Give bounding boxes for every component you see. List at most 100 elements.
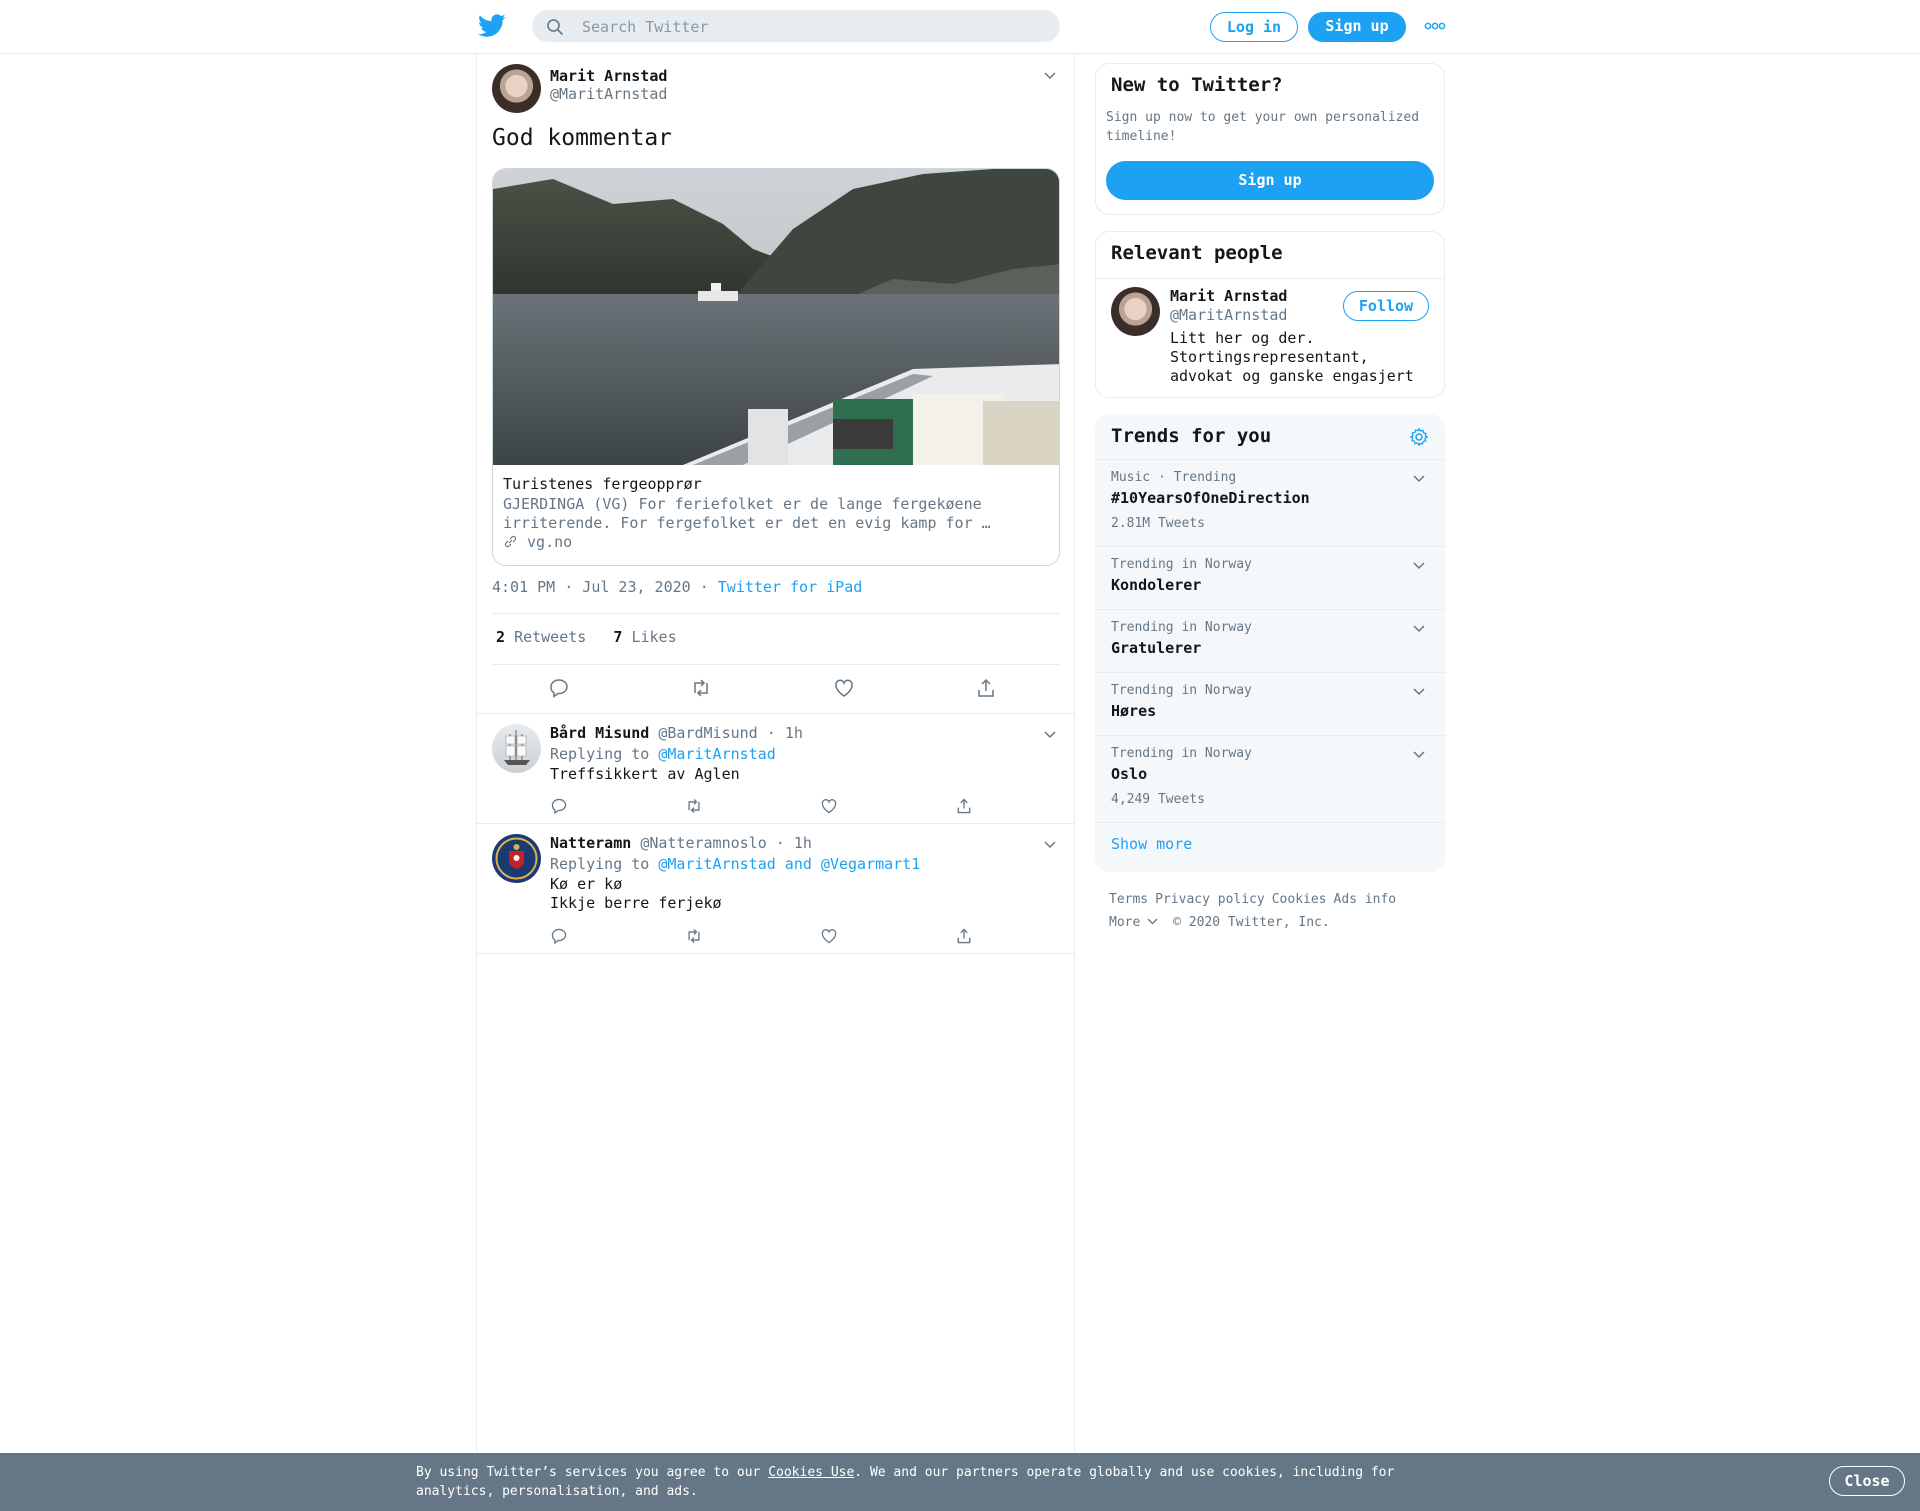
cookie-close-button[interactable]: Close [1829, 1466, 1905, 1496]
tweet-author-name[interactable]: Marit Arnstad [550, 67, 667, 85]
cookie-text: By using Twitter’s services you agree to… [416, 1463, 1426, 1501]
chevron-down-icon[interactable] [1411, 557, 1427, 573]
reply-author-handle[interactable]: @Natteramnoslo [640, 834, 766, 852]
person-name[interactable]: Marit Arnstad [1170, 287, 1287, 305]
share-icon[interactable] [975, 677, 997, 699]
sidebar-signup-button[interactable]: Sign up [1106, 161, 1434, 200]
trend-name[interactable]: Kondolerer [1111, 576, 1201, 594]
footer-link-privacy[interactable]: Privacy policy [1155, 892, 1265, 907]
trend-context: Trending in Norway [1111, 683, 1252, 698]
trend-context: Trending in Norway [1111, 620, 1252, 635]
trend-name[interactable]: Gratulerer [1111, 639, 1201, 657]
footer-link-ads[interactable]: Ads info [1334, 892, 1397, 907]
trend-context: Trending in Norway [1111, 746, 1252, 761]
footer-link-cookies[interactable]: Cookies [1272, 892, 1327, 907]
replying-prefix: Replying to [550, 745, 650, 763]
chevron-down-icon[interactable] [1042, 726, 1058, 742]
reply-tweet[interactable]: Bård Misund @BardMisund · 1h Replying to… [477, 714, 1075, 824]
tweet-source[interactable]: Twitter for iPad [718, 578, 863, 596]
follow-button[interactable]: Follow [1343, 291, 1429, 321]
cookies-use-link[interactable]: Cookies Use [768, 1465, 854, 1480]
trend-item[interactable]: Trending in Norway Gratulerer [1096, 609, 1446, 672]
replying-to: Replying to @MaritArnstad and @Vegarmart… [550, 855, 920, 873]
replying-to: Replying to @MaritArnstad [550, 745, 776, 763]
reply-text: Kø er kø Ikkje berre ferjekø [550, 875, 722, 913]
avatar[interactable] [492, 834, 541, 883]
like-icon[interactable] [820, 927, 838, 945]
signup-promo-box: New to Twitter? Sign up now to get your … [1095, 63, 1445, 215]
person-handle[interactable]: @MaritArnstad [1170, 306, 1287, 324]
reply-author: Natteramn @Natteramnoslo · 1h [550, 834, 812, 852]
tweet-stats: 2 Retweets 7 Likes [496, 628, 677, 646]
card-description: GJERDINGA (VG) For feriefolket er de lan… [503, 495, 991, 532]
reply-time[interactable]: 1h [785, 724, 803, 742]
replying-to-mention[interactable]: @MaritArnstad and @Vegarmart1 [658, 855, 920, 873]
trend-item[interactable]: Trending in Norway Høres [1096, 672, 1446, 735]
trend-count: 2.81M Tweets [1111, 516, 1205, 531]
reply-icon[interactable] [548, 677, 570, 699]
like-count[interactable]: 7 [613, 628, 622, 646]
trend-name[interactable]: #10YearsOfOneDirection [1111, 489, 1310, 507]
like-icon[interactable] [820, 797, 838, 815]
cookie-consent-bar: By using Twitter’s services you agree to… [0, 1453, 1920, 1511]
search-box[interactable]: Search Twitter [532, 10, 1060, 42]
footer-more[interactable]: More [1109, 915, 1158, 930]
reply-author-handle[interactable]: @BardMisund [658, 724, 757, 742]
trend-context: Trending in Norway [1111, 557, 1252, 572]
reply-author-name[interactable]: Natteramn [550, 834, 631, 852]
reply-tweet[interactable]: Natteramn @Natteramnoslo · 1h Replying t… [477, 824, 1075, 954]
tweet-timestamp[interactable]: 4:01 PM · Jul 23, 2020 [492, 578, 691, 596]
meta-separator: · [766, 724, 776, 742]
link-card[interactable]: Turistenes fergeopprør GJERDINGA (VG) Fo… [492, 168, 1060, 566]
retweet-icon[interactable] [685, 797, 703, 815]
chevron-down-icon[interactable] [1411, 746, 1427, 762]
gear-icon[interactable] [1409, 427, 1429, 447]
share-icon[interactable] [955, 927, 973, 945]
trend-name[interactable]: Høres [1111, 702, 1156, 720]
show-more-link[interactable]: Show more [1111, 835, 1192, 853]
like-label[interactable]: Likes [631, 628, 676, 646]
reply-icon[interactable] [550, 797, 568, 815]
like-icon[interactable] [833, 677, 855, 699]
meta-separator: · [699, 578, 709, 596]
search-input[interactable]: Search Twitter [582, 18, 708, 36]
retweet-count[interactable]: 2 [496, 628, 505, 646]
chevron-down-icon[interactable] [1411, 683, 1427, 699]
reply-time[interactable]: 1h [794, 834, 812, 852]
tweet-author-handle[interactable]: @MaritArnstad [550, 85, 667, 103]
twitter-bird-icon[interactable] [478, 14, 506, 38]
relevant-people-title: Relevant people [1111, 242, 1283, 264]
footer-link-terms[interactable]: Terms [1109, 892, 1148, 907]
more-dots-icon[interactable] [1424, 20, 1446, 32]
footer-more-label[interactable]: More [1109, 915, 1140, 930]
replying-prefix: Replying to [550, 855, 650, 873]
chevron-down-icon[interactable] [1042, 836, 1058, 852]
main-timeline: Marit Arnstad @MaritArnstad God kommenta… [476, 54, 1075, 1454]
tweet-metadata: 4:01 PM · Jul 23, 2020 · Twitter for iPa… [492, 578, 862, 596]
trend-name[interactable]: Oslo [1111, 765, 1147, 783]
chevron-down-icon[interactable] [1411, 470, 1427, 486]
avatar[interactable] [492, 64, 541, 113]
trend-item[interactable]: Trending in Norway Oslo 4,249 Tweets [1096, 735, 1446, 822]
reply-icon[interactable] [550, 927, 568, 945]
chevron-down-icon[interactable] [1042, 67, 1058, 83]
reply-text-line: Kø er kø [550, 875, 623, 893]
avatar[interactable] [1111, 287, 1160, 336]
replying-to-mention[interactable]: @MaritArnstad [658, 745, 775, 763]
retweet-icon[interactable] [685, 927, 703, 945]
chevron-down-icon[interactable] [1411, 620, 1427, 636]
retweet-label[interactable]: Retweets [514, 628, 586, 646]
trend-item[interactable]: Music · Trending #10YearsOfOneDirection … [1096, 459, 1446, 546]
trend-item[interactable]: Trending in Norway Kondolerer [1096, 546, 1446, 609]
trends-title: Trends for you [1111, 425, 1272, 447]
reply-author-name[interactable]: Bård Misund [550, 724, 649, 742]
divider [1096, 278, 1444, 279]
avatar[interactable] [492, 724, 541, 773]
tweet-text: God kommentar [492, 125, 673, 151]
reply-author: Bård Misund @BardMisund · 1h [550, 724, 803, 742]
login-button[interactable]: Log in [1210, 12, 1298, 42]
sailship-avatar-image [504, 730, 530, 765]
signup-button[interactable]: Sign up [1308, 12, 1406, 42]
retweet-icon[interactable] [690, 677, 712, 699]
share-icon[interactable] [955, 797, 973, 815]
